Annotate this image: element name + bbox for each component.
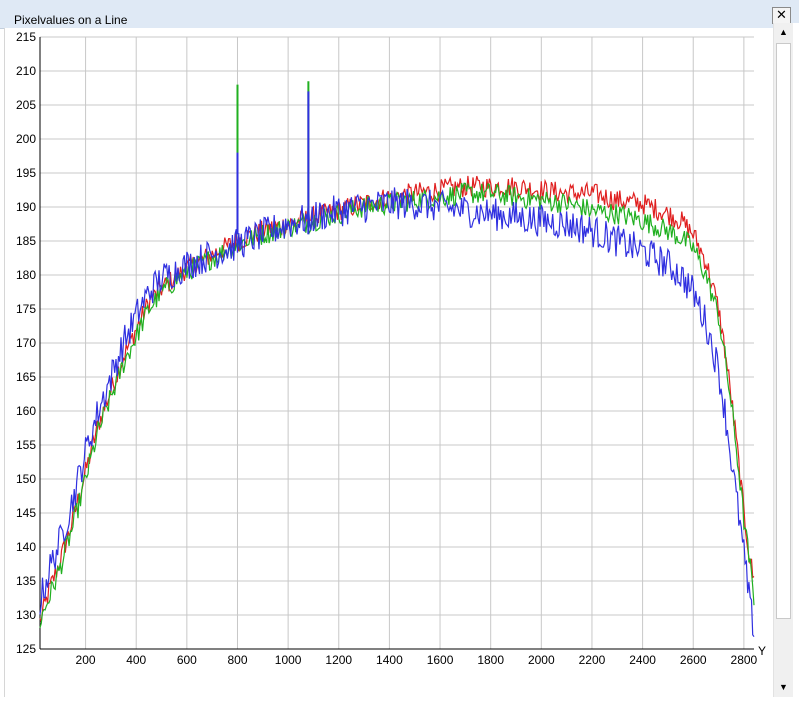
y-tick-label: 195	[16, 166, 36, 180]
y-tick-label: 150	[16, 472, 36, 486]
scroll-down-arrow-icon[interactable]: ▼	[776, 680, 791, 695]
y-tick-label: 210	[16, 64, 36, 78]
y-tick-label: 160	[16, 404, 36, 418]
close-button[interactable]: ✕	[772, 7, 791, 24]
vertical-scrollbar[interactable]: ▲ ▼	[773, 23, 793, 697]
x-tick-label: 800	[227, 653, 247, 667]
y-tick-label: 215	[16, 30, 36, 44]
title-bar[interactable]: Pixelvalues on a Line ✕	[0, 0, 799, 29]
y-tick-label: 165	[16, 370, 36, 384]
window-edge	[793, 23, 799, 701]
x-tick-label: 1200	[325, 653, 352, 667]
x-tick-label: 1000	[275, 653, 302, 667]
x-tick-label: 600	[177, 653, 197, 667]
x-tick-label: 400	[126, 653, 146, 667]
y-tick-label: 200	[16, 132, 36, 146]
y-tick-label: 190	[16, 200, 36, 214]
x-tick-label: 1400	[376, 653, 403, 667]
x-tick-label: 1800	[477, 653, 504, 667]
scroll-thumb[interactable]	[776, 43, 791, 619]
y-tick-label: 170	[16, 336, 36, 350]
x-tick-label: 2200	[579, 653, 606, 667]
y-tick-label: 125	[16, 642, 36, 656]
pixel-values-window: Pixelvalues on a Line ✕ 125 130 135 140 145 1…	[0, 0, 799, 701]
y-tick-label: 135	[16, 574, 36, 588]
x-axis-label: Y	[758, 644, 766, 658]
x-tick-label: 2000	[528, 653, 555, 667]
x-tick-label: 2800	[731, 653, 758, 667]
y-tick-label: 205	[16, 98, 36, 112]
y-tick-label: 155	[16, 438, 36, 452]
x-tick-label: 200	[76, 653, 96, 667]
chart-panel: 125 130 135 140 145 150 155 160 165 170 175 180 185 1…	[4, 28, 773, 697]
y-tick-label: 145	[16, 506, 36, 520]
x-tick-label: 2400	[629, 653, 656, 667]
y-tick-label: 130	[16, 608, 36, 622]
window-title: Pixelvalues on a Line	[14, 13, 128, 27]
y-tick-label: 185	[16, 234, 36, 248]
scroll-up-arrow-icon[interactable]: ▲	[776, 25, 791, 40]
line-chart: 125 130 135 140 145 150 155 160 165 170 175 180 185 1…	[16, 30, 766, 667]
y-tick-label: 140	[16, 540, 36, 554]
x-tick-label: 1600	[427, 653, 454, 667]
y-tick-label: 175	[16, 302, 36, 316]
x-tick-label: 2600	[680, 653, 707, 667]
y-tick-label: 180	[16, 268, 36, 282]
